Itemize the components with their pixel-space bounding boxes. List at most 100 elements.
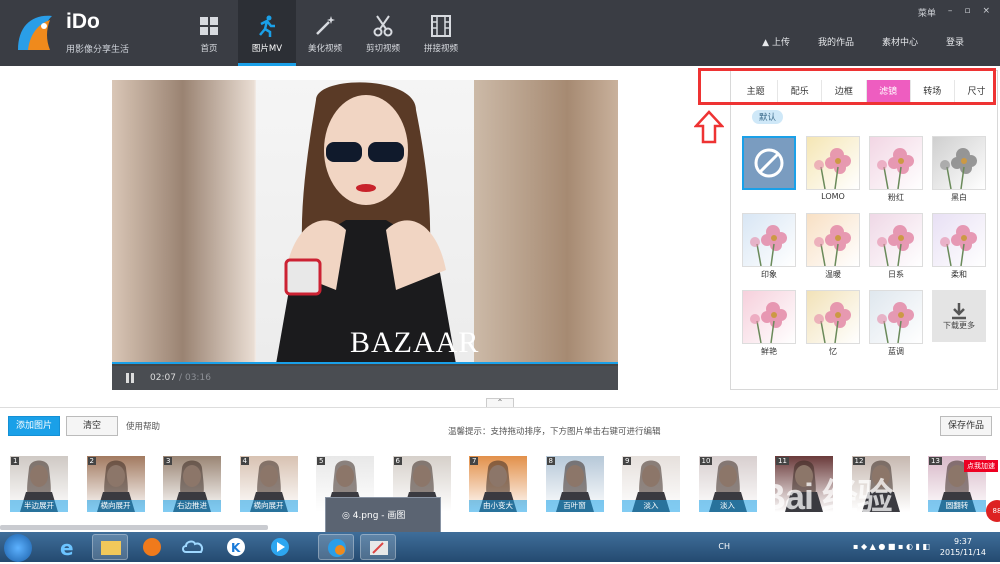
filter-option[interactable] bbox=[869, 290, 923, 344]
add-images-button[interactable]: 添加图片 bbox=[8, 416, 60, 436]
preview-photo: BAZAAR bbox=[256, 80, 478, 364]
thumbnail-number: 11 bbox=[776, 457, 789, 465]
save-work-button[interactable]: 保存作品 bbox=[940, 416, 992, 436]
filter-option[interactable] bbox=[869, 213, 923, 267]
windows-taskbar: e K CH ▪ ◆ ▲ ● ■ ▪ ◐ ▮ ◧ 9:37 2015/11/14 bbox=[0, 532, 1000, 562]
upload-label: 上传 bbox=[771, 38, 790, 48]
nav-beautify-video[interactable]: 美化视频 bbox=[296, 0, 354, 66]
download-more-button[interactable]: 下载更多 bbox=[932, 290, 986, 342]
clock[interactable]: 9:37 2015/11/14 bbox=[940, 536, 986, 558]
thumbnail-transition-label: 半边展开 bbox=[10, 500, 68, 512]
thumbnail-number: 12 bbox=[852, 457, 866, 465]
filter-option[interactable] bbox=[806, 136, 860, 190]
annotation-highlight-box bbox=[698, 68, 996, 105]
filter-option[interactable] bbox=[742, 290, 796, 344]
thumbnail-item[interactable]: 8 百叶窗 bbox=[545, 456, 604, 512]
filter-option[interactable] bbox=[742, 213, 796, 267]
ie-icon[interactable]: e bbox=[50, 534, 86, 560]
close-button[interactable]: × bbox=[982, 6, 990, 19]
paint-taskbar-icon[interactable] bbox=[360, 534, 396, 560]
thumbnail-transition-label: 横向展开 bbox=[239, 500, 298, 512]
media-player-icon[interactable] bbox=[262, 534, 298, 560]
thumbnail-transition-label: 横向展开 bbox=[86, 500, 145, 512]
thumbnail-transition-label: 由小变大 bbox=[469, 500, 527, 512]
filter-label: 忆 bbox=[829, 347, 837, 356]
filter-option[interactable] bbox=[932, 136, 986, 190]
restore-button[interactable]: ▫ bbox=[964, 6, 970, 19]
filter-label: 粉红 bbox=[888, 193, 904, 202]
download-icon bbox=[952, 302, 966, 319]
upload-link[interactable]: ▲ 上传 bbox=[748, 36, 804, 50]
thumbnail-item[interactable]: 10 淡入 bbox=[698, 456, 757, 512]
start-button-icon[interactable] bbox=[4, 534, 32, 562]
help-link[interactable]: 使用帮助 bbox=[126, 420, 160, 432]
nav-beautify-video-label: 美化视频 bbox=[307, 44, 342, 54]
flower-icon bbox=[940, 225, 977, 266]
pause-icon[interactable] bbox=[126, 373, 134, 383]
baidu-watermark-url: jingyan.baidu.com bbox=[800, 512, 902, 525]
nav-home[interactable]: 首页 bbox=[180, 0, 238, 66]
app-name: iDo bbox=[66, 10, 100, 33]
filter-none-option[interactable] bbox=[742, 136, 796, 190]
thumbnail-item[interactable]: 3 右边推进 bbox=[163, 456, 221, 512]
magic-wand-icon bbox=[316, 16, 335, 35]
thumbnail-transition-label: 淡入 bbox=[622, 500, 680, 512]
flower-icon bbox=[940, 148, 977, 189]
filter-label: 柔和 bbox=[951, 270, 967, 279]
flower-icon bbox=[814, 148, 851, 189]
my-works-link[interactable]: 我的作品 bbox=[804, 36, 868, 50]
thumbnail-transition-label: 右边推进 bbox=[163, 500, 221, 512]
thumbnail-item[interactable]: 9 淡入 bbox=[622, 456, 680, 512]
header-links: ▲ 上传 我的作品 素材中心 登录 bbox=[748, 36, 978, 50]
clock-date: 2015/11/14 bbox=[939, 548, 986, 557]
current-time: 02:07 bbox=[150, 373, 176, 383]
flower-icon bbox=[877, 225, 914, 266]
menu-button[interactable]: 菜单 bbox=[918, 6, 936, 19]
explorer-folder-icon[interactable] bbox=[92, 534, 128, 560]
sogou-icon[interactable] bbox=[134, 534, 170, 560]
thumbnail-item[interactable]: 1 半边展开 bbox=[10, 456, 68, 512]
filter-label: 鲜艳 bbox=[761, 347, 777, 356]
ido-taskbar-icon[interactable] bbox=[318, 534, 354, 560]
flower-icon bbox=[877, 148, 914, 189]
minimize-button[interactable]: – bbox=[948, 6, 953, 19]
thumbnail-item[interactable]: 4 横向展开 bbox=[239, 456, 298, 512]
language-indicator[interactable]: CH bbox=[718, 542, 730, 551]
thumbnail-item[interactable]: 7 由小变大 bbox=[469, 456, 527, 512]
playback-progress[interactable] bbox=[112, 362, 618, 364]
system-tray-icons[interactable]: ▪ ◆ ▲ ● ■ ▪ ◐ ▮ ◧ bbox=[853, 542, 930, 551]
thumbnail-transition-label: 百叶窗 bbox=[545, 500, 604, 512]
filter-label: 温暖 bbox=[825, 270, 841, 279]
window-controls: 菜单 – ▫ × bbox=[918, 6, 990, 19]
tooltip-text: 4.png - 画图 bbox=[352, 511, 406, 521]
taskbar-tooltip: ◎ 4.png - 画图 bbox=[325, 497, 441, 533]
nav-join-video[interactable]: 拼接视频 bbox=[412, 0, 470, 66]
thumbnail-item[interactable]: 2 横向展开 bbox=[86, 456, 145, 512]
nav-photo-mv[interactable]: 图片MV bbox=[238, 0, 296, 66]
thumbnail-number: 10 bbox=[699, 457, 713, 465]
k-player-icon[interactable]: K bbox=[218, 534, 254, 560]
download-more-label: 下载更多 bbox=[943, 320, 975, 330]
filter-option[interactable] bbox=[806, 213, 860, 267]
nav-cut-video-label: 剪切视频 bbox=[365, 44, 400, 54]
thumbnail-number: 1 bbox=[11, 457, 20, 465]
thumbnail-number: 13 bbox=[929, 457, 942, 465]
strip-scrollbar[interactable] bbox=[0, 525, 268, 530]
thumbnail-number: 6 bbox=[393, 457, 402, 465]
video-frame[interactable]: BAZAAR bbox=[112, 80, 618, 364]
filter-label: 蓝调 bbox=[888, 347, 904, 356]
filter-option[interactable] bbox=[806, 290, 860, 344]
flower-icon bbox=[814, 302, 851, 343]
thumbnail-transition-label: 淡入 bbox=[698, 500, 757, 512]
cloud-icon[interactable] bbox=[176, 534, 212, 560]
nav-cut-video[interactable]: 剪切视频 bbox=[354, 0, 412, 66]
flower-icon bbox=[750, 225, 787, 266]
filter-option[interactable] bbox=[869, 136, 923, 190]
filter-option[interactable] bbox=[932, 213, 986, 267]
upload-arrow-icon: ▲ bbox=[762, 38, 772, 48]
material-center-link[interactable]: 素材中心 bbox=[868, 36, 932, 50]
login-link[interactable]: 登录 bbox=[932, 36, 978, 50]
speedup-ad-tag[interactable]: 点我加速 bbox=[964, 460, 998, 472]
flower-icon bbox=[750, 302, 787, 343]
clear-button[interactable]: 清空 bbox=[66, 416, 118, 436]
